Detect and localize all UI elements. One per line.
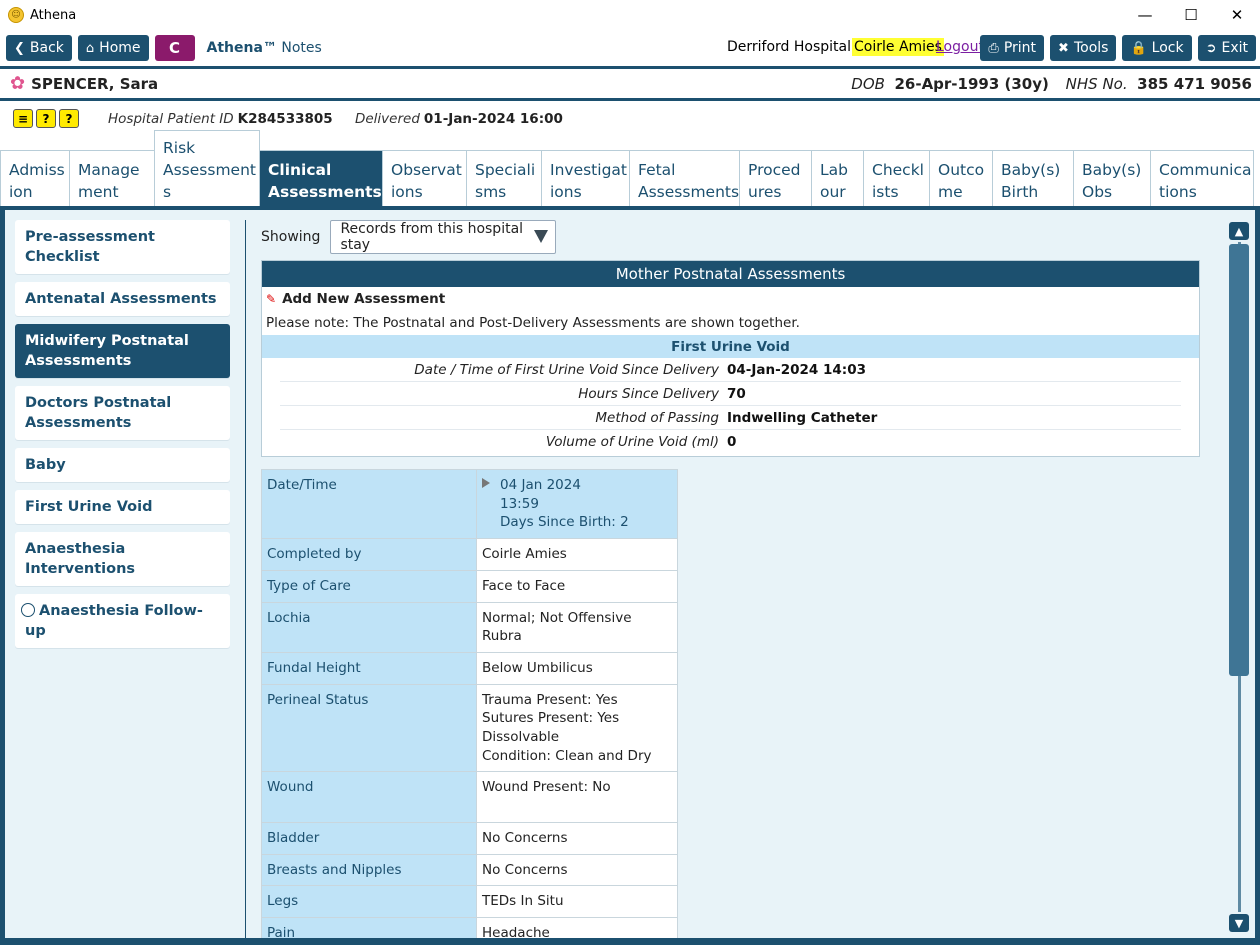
maximize-button[interactable]: ☐ bbox=[1168, 0, 1214, 30]
main-panel: Showing Records from this hospital stay … bbox=[256, 220, 1201, 938]
fuv-row: Date / Time of First Urine Void Since De… bbox=[280, 358, 1181, 382]
tab-checklists[interactable]: Checkl ists bbox=[863, 150, 930, 206]
tab-clinical-assessments[interactable]: Clinical Assessments bbox=[259, 150, 383, 206]
tab-investigations[interactable]: Investigat ions bbox=[541, 150, 630, 206]
table-header-row: Date/Time 04 Jan 2024 13:59 Days Since Bir… bbox=[261, 468, 678, 540]
table-row: Bladder No Concerns bbox=[261, 821, 678, 855]
tab-risk-assessments[interactable]: Risk Assessment s bbox=[154, 130, 260, 206]
table-row: Wound Wound Present: No bbox=[261, 771, 678, 823]
nav-divider bbox=[245, 220, 246, 938]
tab-specialisms[interactable]: Speciali sms bbox=[466, 150, 542, 206]
info-note: Please note: The Postnatal and Post-Deli… bbox=[266, 315, 800, 331]
tab-fetal-assessments[interactable]: Fetal Assessments bbox=[629, 150, 740, 206]
tab-labour[interactable]: Lab our bbox=[811, 150, 864, 206]
current-user: Coirle Amies bbox=[852, 38, 944, 56]
tab-outcome[interactable]: Outco me bbox=[929, 150, 993, 206]
section-title: Mother Postnatal Assessments bbox=[262, 261, 1199, 287]
date-time-label: Date/Time bbox=[261, 468, 477, 540]
records-filter-select[interactable]: Records from this hospital stay bbox=[330, 220, 557, 254]
question-alert-icon[interactable]: ? bbox=[36, 109, 56, 128]
lock-button[interactable]: 🔒 Lock bbox=[1122, 35, 1192, 61]
table-row: Legs TEDs In Situ bbox=[261, 885, 678, 918]
fuv-row: Method of Passing Indwelling Catheter bbox=[280, 406, 1181, 430]
pencil-icon: ✎ bbox=[266, 292, 277, 306]
hospital-patient-id: K284533805 bbox=[237, 111, 333, 127]
lock-icon: 🔒 bbox=[1130, 40, 1147, 56]
print-button[interactable]: ⎙ Print bbox=[980, 35, 1045, 61]
patient-dob: 26-Apr-1993 (30y) bbox=[894, 74, 1049, 93]
nav-doctors-postnatal-assessments[interactable]: Doctors Postnatal Assessments bbox=[15, 386, 230, 440]
nav-antenatal-assessments[interactable]: Antenatal Assessments bbox=[15, 282, 230, 316]
vertical-scrollbar[interactable]: ▲ ▼ bbox=[1229, 222, 1249, 934]
printer-icon: ⎙ bbox=[988, 40, 999, 56]
table-row: Completed by Coirle Amies bbox=[261, 538, 678, 571]
tab-procedures[interactable]: Proced ures bbox=[739, 150, 812, 206]
tab-babys-obs[interactable]: Baby(s) Obs bbox=[1073, 150, 1151, 206]
window-title: Athena bbox=[30, 7, 77, 23]
athena-app-icon: ☺ bbox=[8, 7, 24, 23]
assessment-date-cell[interactable]: 04 Jan 2024 13:59 Days Since Birth: 2 bbox=[476, 468, 678, 540]
nav-anaesthesia-interventions[interactable]: Anaesthesia Interventions bbox=[15, 532, 230, 586]
tools-button[interactable]: ✖ Tools bbox=[1050, 35, 1117, 61]
tab-observations[interactable]: Observat ions bbox=[382, 150, 467, 206]
scroll-down-button[interactable]: ▼ bbox=[1229, 914, 1249, 932]
filter-row: Showing Records from this hospital stay bbox=[256, 220, 1201, 254]
patient-identifiers: DOB 26-Apr-1993 (30y) NHS No. 385 471 90… bbox=[851, 74, 1252, 93]
tools-icon: ✖ bbox=[1058, 40, 1069, 56]
expand-icon[interactable] bbox=[482, 478, 490, 488]
patient-name: SPENCER, Sara bbox=[31, 74, 159, 93]
patient-banner: ✿ SPENCER, Sara DOB 26-Apr-1993 (30y) NH… bbox=[0, 69, 1260, 101]
table-row: Perineal Status Trauma Present: Yes Suture… bbox=[261, 683, 678, 773]
nav-baby[interactable]: Baby bbox=[15, 448, 230, 482]
patient-nhs-number: 385 471 9056 bbox=[1137, 74, 1252, 93]
fuv-row: Volume of Urine Void (ml) 0 bbox=[545, 434, 737, 450]
app-name: Athena™ Notes bbox=[206, 40, 322, 56]
table-row: Lochia Normal; Not Offensive Rubra bbox=[261, 601, 678, 653]
main-tabs: Admiss ion Manage ment Risk Assessment s Cli… bbox=[0, 130, 1260, 208]
nav-first-urine-void[interactable]: First Urine Void bbox=[15, 490, 230, 524]
patient-id-line: Hospital Patient ID K284533805 Delivered 0… bbox=[108, 111, 563, 127]
table-row: Pain Headache bbox=[261, 916, 678, 938]
flower-icon: ✿ bbox=[10, 73, 26, 94]
c-button[interactable]: C bbox=[154, 35, 195, 61]
minimize-button[interactable]: — bbox=[1122, 0, 1168, 30]
table-row: Breasts and Nipples No Concerns bbox=[261, 853, 678, 887]
showing-label: Showing bbox=[261, 229, 321, 245]
scroll-up-button[interactable]: ▲ bbox=[1229, 222, 1249, 240]
table-row: Fundal Height Below Umbilicus bbox=[261, 651, 678, 685]
window-titlebar: ☺ Athena — ☐ ✕ bbox=[0, 0, 1260, 30]
tab-communications[interactable]: Communica tions bbox=[1150, 150, 1254, 206]
back-button[interactable]: ❮ Back bbox=[6, 35, 72, 61]
hospital-name: Derriford Hospital bbox=[727, 39, 852, 55]
nav-pre-assessment-checklist[interactable]: Pre-assessment Checklist bbox=[15, 220, 230, 274]
nav-anaesthesia-follow-up[interactable]: Anaesthesia Follow-up bbox=[15, 594, 230, 648]
table-row: Type of Care Face to Face bbox=[261, 569, 678, 603]
question-alert-icon-2[interactable]: ? bbox=[59, 109, 79, 128]
content-panel: Pre-assessment Checklist Antenatal Asses… bbox=[5, 210, 1255, 938]
delivered-date: 01-Jan-2024 16:00 bbox=[423, 111, 563, 127]
home-button[interactable]: ⌂ Home bbox=[77, 35, 149, 61]
tab-babys-birth[interactable]: Baby(s) Birth bbox=[992, 150, 1074, 206]
home-icon: ⌂ bbox=[85, 40, 95, 56]
scroll-thumb[interactable] bbox=[1229, 244, 1249, 676]
exit-icon: ➲ bbox=[1205, 40, 1217, 56]
fuv-row: Hours Since Delivery 70 bbox=[280, 382, 1181, 406]
first-urine-void-header: First Urine Void bbox=[262, 335, 1199, 358]
list-alert-icon[interactable]: ≡ bbox=[13, 109, 33, 128]
nav-midwifery-postnatal-assessments[interactable]: Midwifery Postnatal Assessments bbox=[15, 324, 230, 378]
chevron-left-icon: ❮ bbox=[14, 40, 25, 56]
assessment-table: Date/Time 04 Jan 2024 13:59 Days Since Bir… bbox=[261, 468, 678, 938]
content-area: Pre-assessment Checklist Antenatal Asses… bbox=[0, 208, 1260, 945]
mother-postnatal-box: Mother Postnatal Assessments ✎ Add New As… bbox=[261, 260, 1200, 457]
assessment-nav: Pre-assessment Checklist Antenatal Asses… bbox=[15, 220, 230, 656]
tab-admission[interactable]: Admiss ion bbox=[0, 150, 70, 206]
add-new-assessment-button[interactable]: ✎ Add New Assessment bbox=[262, 287, 1199, 311]
close-button[interactable]: ✕ bbox=[1214, 0, 1260, 30]
tab-management[interactable]: Manage ment bbox=[69, 150, 155, 206]
radio-icon bbox=[21, 603, 35, 617]
dropdown-arrow-icon bbox=[534, 230, 549, 243]
exit-button[interactable]: ➲ Exit bbox=[1197, 35, 1256, 61]
